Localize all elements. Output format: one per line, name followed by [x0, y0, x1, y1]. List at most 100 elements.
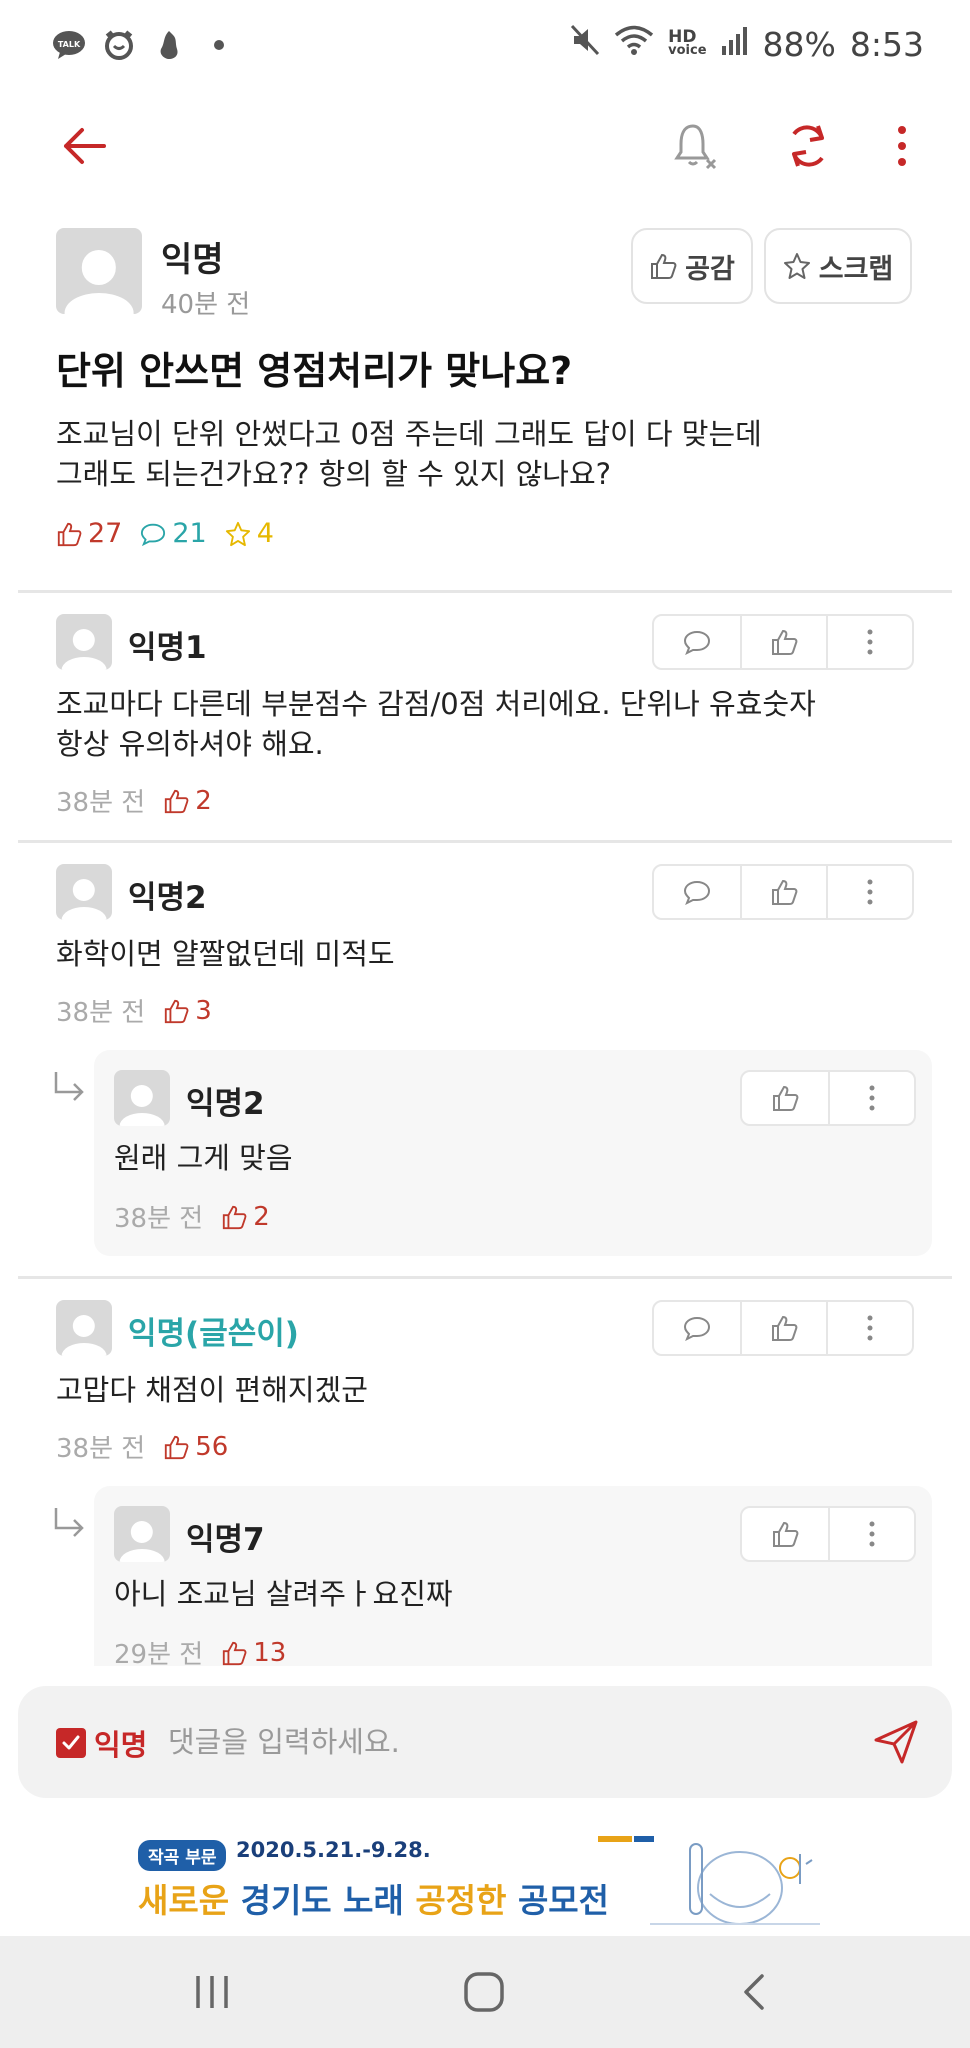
- thumbs-up-icon: [165, 789, 189, 813]
- avatar: [56, 864, 112, 920]
- reply-likes-count: 13: [253, 1637, 287, 1667]
- home-button[interactable]: [454, 1962, 514, 2022]
- divider: [18, 840, 952, 843]
- home-icon: [464, 1972, 504, 2012]
- avatar: [56, 614, 112, 670]
- more-vert-icon: [869, 1085, 875, 1111]
- post-author: 익명: [161, 240, 224, 280]
- comment-icon: [683, 880, 711, 905]
- more-menu-button[interactable]: [872, 116, 932, 176]
- banner-illustration: [590, 1824, 840, 1932]
- comment-text-line: 고맙다 채점이 편해지겠군: [56, 1373, 368, 1407]
- banner-date: 2020.5.21.-9.28.: [236, 1838, 431, 1862]
- comment-time: 38분 전: [56, 1434, 146, 1464]
- app-bar: [0, 92, 970, 200]
- thumbs-up-icon: [773, 1085, 799, 1111]
- reply-like-button[interactable]: [742, 1508, 828, 1560]
- reply-text: 원래 그게 맞음: [114, 1141, 293, 1175]
- comment-likes-count: 2: [195, 785, 212, 816]
- reply-text: 아니 조교님 살려주ㅏ요진짜: [114, 1577, 453, 1611]
- hd-label: HD: [668, 27, 697, 47]
- reply-actions: [740, 1506, 916, 1562]
- recents-button[interactable]: [182, 1962, 242, 2022]
- thumbs-up-icon: [772, 629, 798, 655]
- post-scraps: 4: [225, 518, 274, 549]
- thumbs-up-icon: [223, 1641, 247, 1665]
- comment-more-button[interactable]: [826, 616, 912, 668]
- banner-ad[interactable]: 작곡 부문 2020.5.21.-9.28. 새로운 경기도 노래 공정한 공모…: [0, 1808, 970, 1938]
- post-time: 40분 전: [161, 290, 251, 320]
- reply-button[interactable]: [654, 866, 740, 918]
- anonymous-label[interactable]: 익명: [94, 1722, 147, 1764]
- reply-actions: [740, 1070, 916, 1126]
- more-vert-icon: [867, 879, 873, 905]
- divider: [18, 590, 952, 593]
- avatar: [56, 228, 142, 314]
- divider: [18, 1276, 952, 1279]
- send-icon: [874, 1720, 918, 1764]
- system-nav-bar: [0, 1936, 970, 2048]
- reply-button[interactable]: [654, 1302, 740, 1354]
- post-title: 단위 안쓰면 영점처리가 맞나요?: [56, 349, 573, 393]
- comment-like-button[interactable]: [740, 1302, 826, 1354]
- reply: 익명7 아니 조교님 살려주ㅏ요진짜 29분 전 13: [94, 1486, 932, 1666]
- comment-author: 익명1: [128, 630, 207, 666]
- anonymous-checkbox[interactable]: [56, 1728, 86, 1758]
- thumbs-up-icon: [57, 522, 82, 546]
- back-arrow-icon: [64, 128, 106, 164]
- notification-off-button[interactable]: [666, 116, 726, 176]
- signal-icon: [721, 25, 749, 64]
- wifi-icon: [614, 24, 654, 64]
- talk-text: TALK: [58, 40, 81, 49]
- like-button[interactable]: 공감: [631, 228, 753, 304]
- comment-actions: [652, 1300, 914, 1356]
- send-button[interactable]: [868, 1714, 924, 1770]
- post-scraps-count: 4: [256, 518, 274, 549]
- reply-like-button[interactable]: [742, 1072, 828, 1124]
- kakaotalk-icon: TALK: [52, 28, 86, 62]
- post-likes-count: 27: [88, 518, 123, 549]
- reply-more-button[interactable]: [828, 1072, 914, 1124]
- avatar: [114, 1070, 170, 1126]
- reply-likes: 13: [221, 1637, 287, 1667]
- reply-author: 익명7: [186, 1522, 265, 1558]
- check-icon: [62, 1735, 80, 1750]
- more-vert-icon: [898, 126, 906, 166]
- mute-icon: [570, 24, 600, 64]
- comment-more-button[interactable]: [826, 866, 912, 918]
- post-body-line: 그래도 되는건가요?? 항의 할 수 있지 않나요?: [56, 457, 612, 491]
- scrap-button[interactable]: 스크랩: [764, 228, 912, 304]
- comment-like-button[interactable]: [740, 866, 826, 918]
- clock-text: 8:53: [849, 24, 924, 64]
- reply-button[interactable]: [654, 616, 740, 668]
- comment-actions: [652, 864, 914, 920]
- bell-off-icon: [674, 124, 717, 170]
- avatar: [56, 1300, 112, 1356]
- post-comments-count: 21: [172, 518, 207, 549]
- comment-time: 38분 전: [56, 998, 146, 1028]
- post-likes: 27: [56, 518, 122, 549]
- recents-icon: [196, 1976, 228, 2008]
- thumbs-up-icon: [165, 1435, 189, 1459]
- avatar: [114, 1506, 170, 1562]
- reply-time: 38분 전: [114, 1204, 204, 1234]
- back-button[interactable]: [54, 116, 114, 176]
- comment-icon: [683, 630, 711, 655]
- comment-more-button[interactable]: [826, 1302, 912, 1354]
- comment-likes: 2: [163, 786, 212, 816]
- app-icon: [152, 28, 186, 62]
- banner-title-part: 공정한: [415, 1881, 518, 1920]
- star-icon: [225, 521, 250, 546]
- comment-like-button[interactable]: [740, 616, 826, 668]
- reply-more-button[interactable]: [828, 1508, 914, 1560]
- reply-likes: 2: [221, 1202, 270, 1232]
- system-back-button[interactable]: [724, 1962, 784, 2022]
- status-bar: TALK HD voice 88% 8:53: [0, 0, 970, 92]
- chevron-left-icon: [744, 1974, 764, 2010]
- thumbs-up-icon: [772, 879, 798, 905]
- refresh-button[interactable]: [778, 116, 838, 176]
- reply-arrow-icon: [52, 1506, 86, 1540]
- comment-actions: [652, 614, 914, 670]
- comment-input[interactable]: [168, 1716, 848, 1768]
- thumbs-up-icon: [773, 1521, 799, 1547]
